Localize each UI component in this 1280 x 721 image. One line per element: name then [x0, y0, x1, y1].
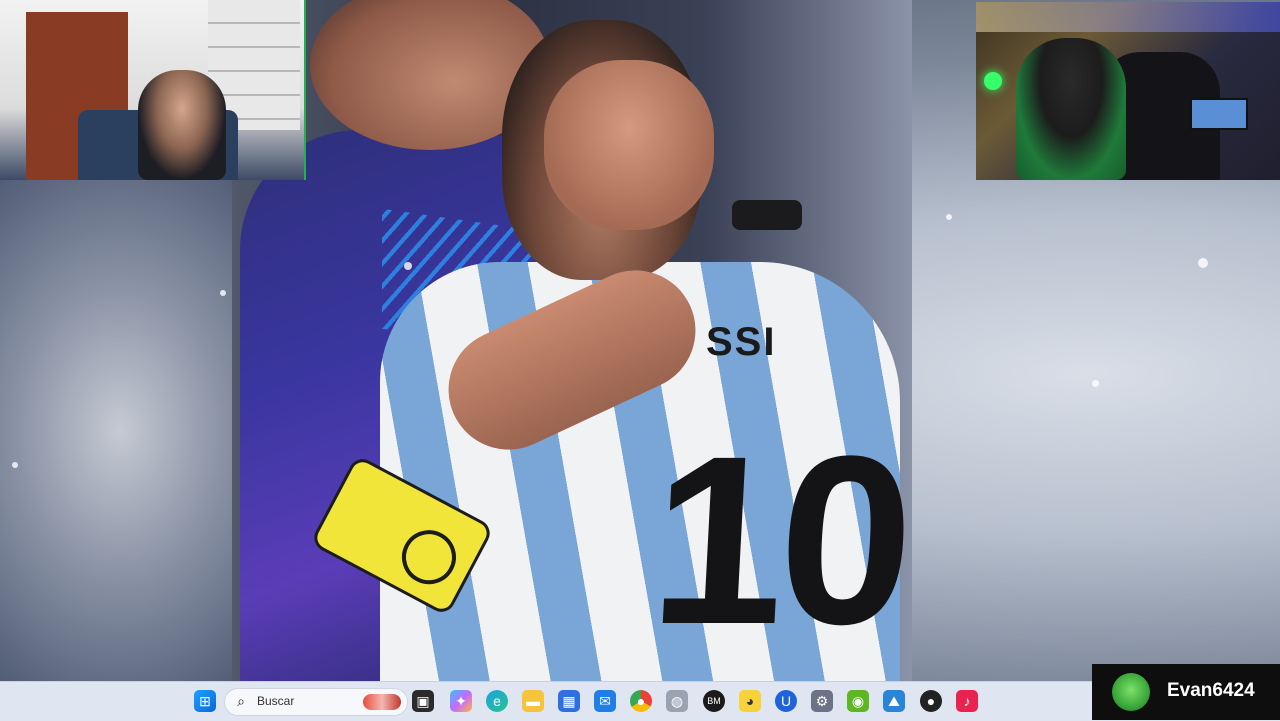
webcam-person [1016, 38, 1126, 180]
edge-icon[interactable]: e [486, 690, 508, 712]
settings-icon[interactable]: ⚙ [811, 690, 833, 712]
avatar [1112, 673, 1150, 711]
snow-particle [220, 290, 226, 296]
u-app-icon[interactable]: U [775, 690, 797, 712]
task-view-icon[interactable]: ▣ [412, 690, 434, 712]
webcam-left [0, 0, 306, 180]
photos-icon[interactable]: ⛰ [883, 690, 905, 712]
windows-start-icon[interactable]: ⊞ [194, 690, 216, 712]
webcam-ceiling-light [976, 2, 1280, 32]
file-explorer-icon[interactable]: ▬ [522, 690, 544, 712]
chrome-icon[interactable]: ● [630, 690, 652, 712]
record-icon[interactable]: ● [920, 690, 942, 712]
coach-hand [544, 60, 714, 230]
snow-particle [1092, 380, 1099, 387]
webcam-monitor [1190, 98, 1248, 130]
taskbar: ⊞ ⌕ Buscar ▣ ✦ e ▬ ▦ ✉ ● ◍ BM ◕ U ⚙ ◉ ⛰ … [0, 681, 1280, 721]
jersey-number: 10 [644, 406, 912, 674]
fist-icon [392, 520, 466, 594]
mouse-icon[interactable]: ◍ [666, 690, 688, 712]
streamer-badge: Evan6424 [1092, 664, 1280, 720]
webcam-green-light [984, 72, 1002, 90]
jersey-lettering: SSI [706, 320, 777, 364]
search-box[interactable]: ⌕ Buscar [224, 688, 408, 716]
snow-particle [12, 462, 18, 468]
snow-particle [946, 214, 952, 220]
duck-app-icon[interactable]: ◕ [739, 690, 761, 712]
search-icon: ⌕ [237, 693, 245, 709]
nvidia-icon[interactable]: ◉ [847, 690, 869, 712]
copilot-icon[interactable]: ✦ [450, 690, 472, 712]
bm-icon[interactable]: BM [703, 690, 725, 712]
webcam-person [138, 70, 226, 180]
streamer-username: Evan6424 [1167, 680, 1255, 701]
mail-icon[interactable]: ✉ [594, 690, 616, 712]
search-placeholder: Buscar [257, 694, 295, 708]
microsoft-store-icon[interactable]: ▦ [558, 690, 580, 712]
video-photo: SSI 10 [232, 0, 912, 681]
webcam-right [976, 2, 1280, 180]
search-highlight-image [363, 694, 401, 710]
snow-particle [1198, 258, 1208, 268]
watch [732, 200, 802, 230]
snow-particle [404, 262, 412, 270]
tiktok-icon[interactable]: ♪ [956, 690, 978, 712]
